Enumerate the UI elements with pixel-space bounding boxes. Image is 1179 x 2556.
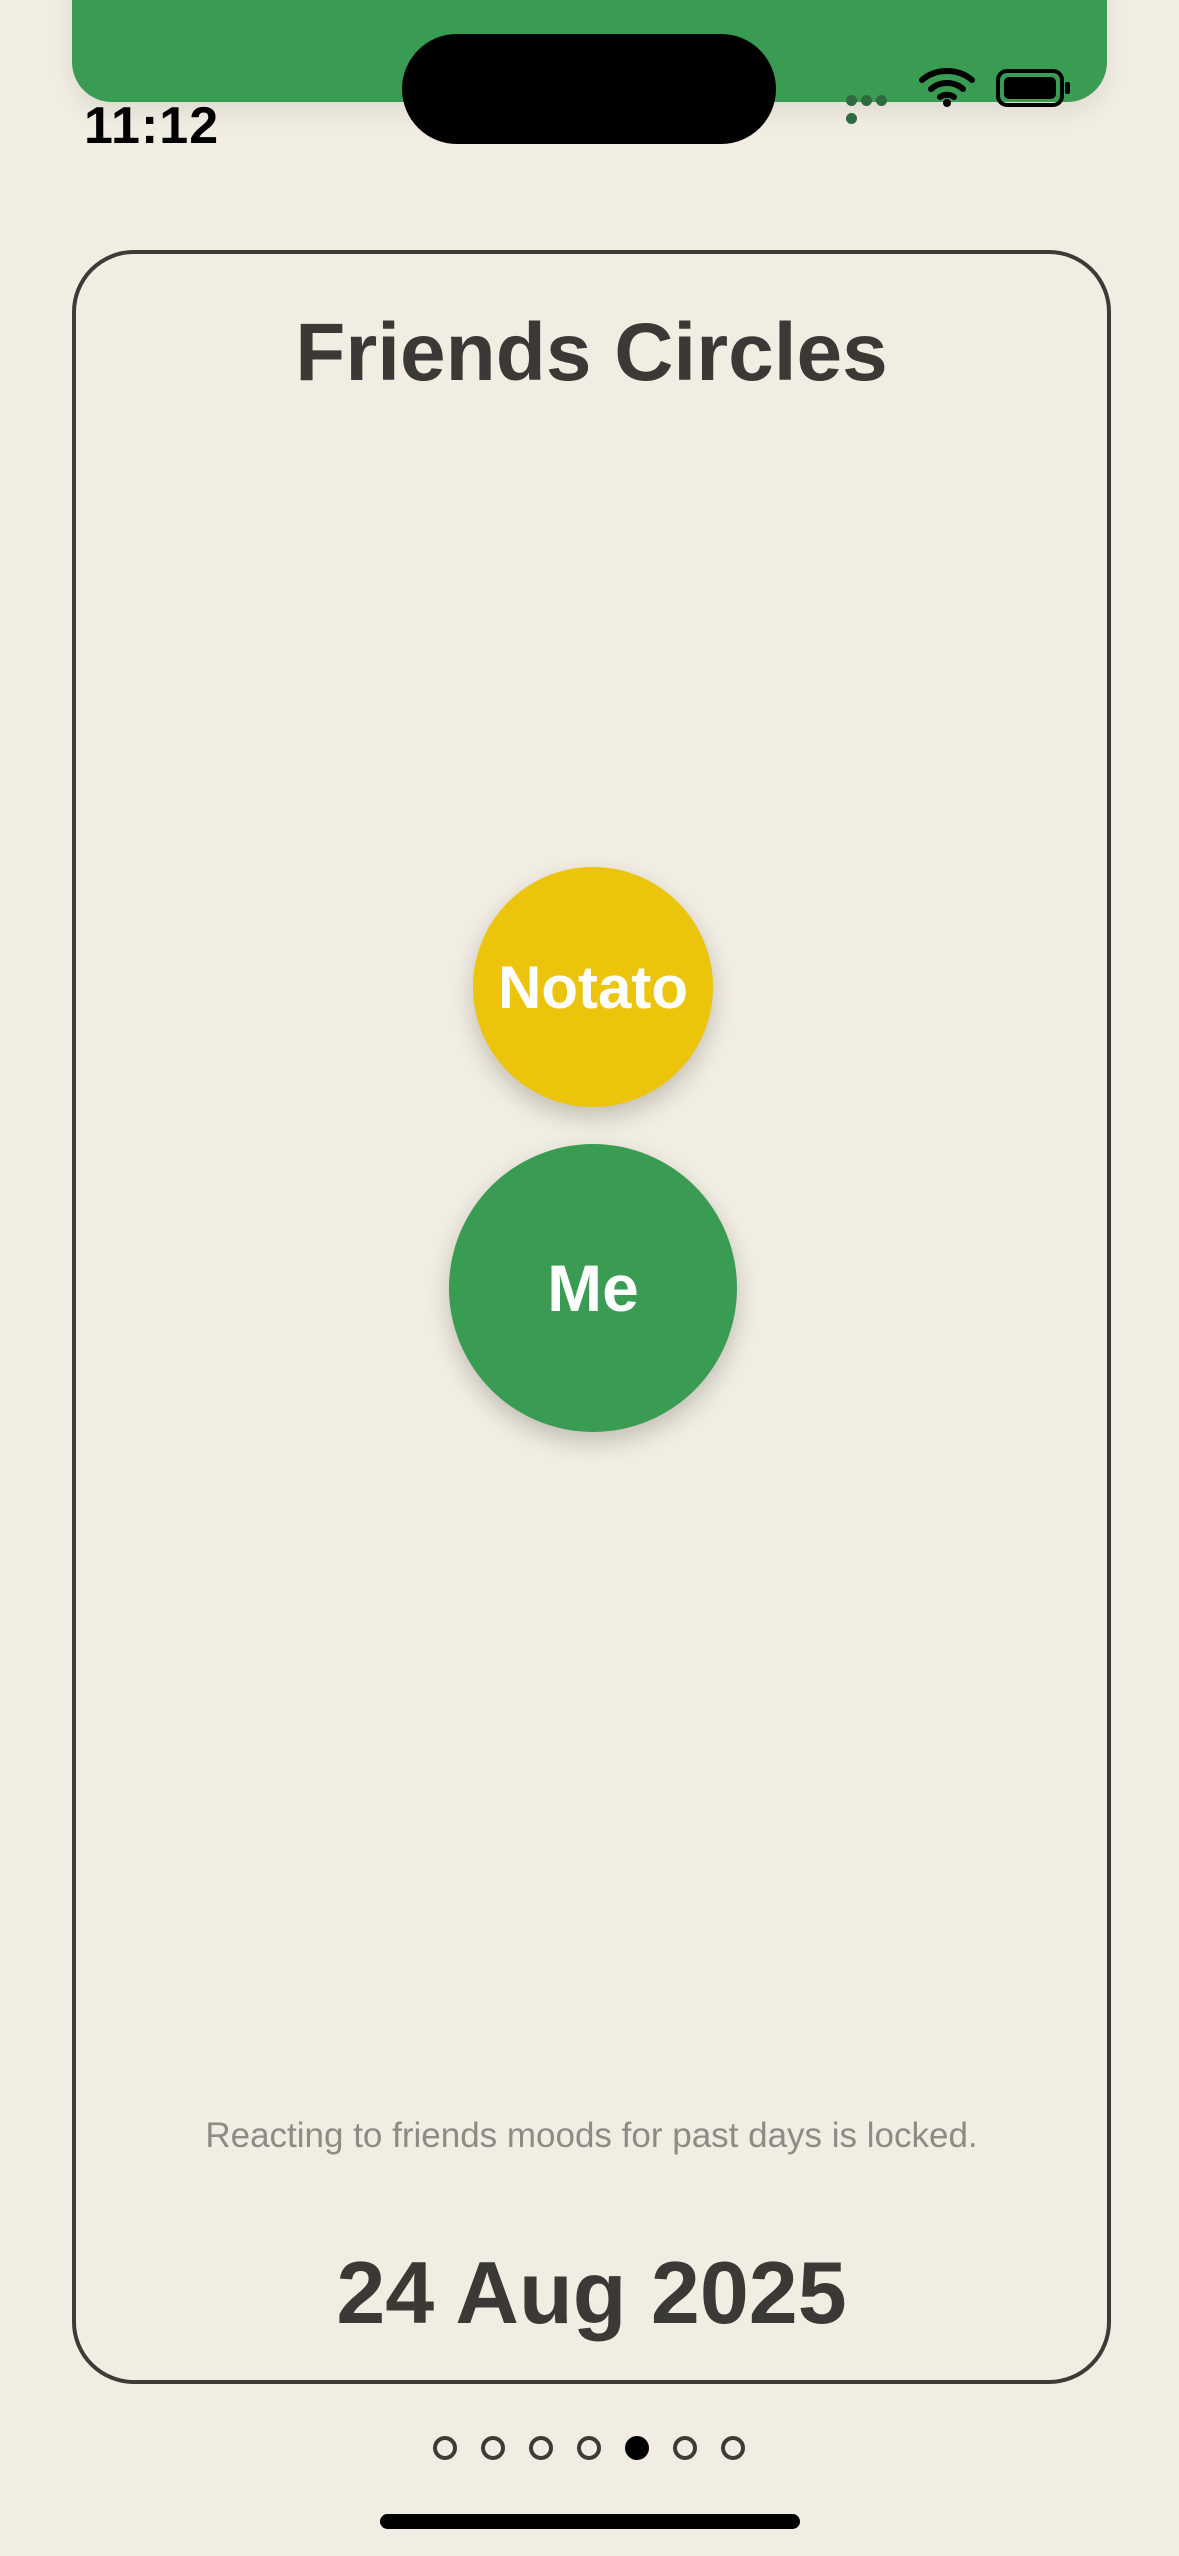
status-time: 11:12 (84, 97, 220, 155)
locked-notice: Reacting to friends moods for past days … (205, 2116, 978, 2155)
friend-bubble-label: Notato (498, 953, 688, 1021)
cellular-signal-icon (846, 93, 904, 124)
card-title: Friends Circles (295, 307, 888, 398)
dynamic-island (402, 34, 776, 144)
page-dot[interactable] (433, 2436, 457, 2460)
wifi-icon (919, 68, 975, 107)
my-bubble-label: Me (547, 1251, 639, 1325)
page-dot[interactable] (673, 2436, 697, 2460)
my-bubble[interactable]: Me (449, 1144, 737, 1432)
page-dot-active[interactable] (625, 2436, 649, 2460)
page-dot[interactable] (529, 2436, 553, 2460)
battery-icon (996, 69, 1070, 107)
friend-bubble-notato[interactable]: Notato (473, 867, 713, 1107)
date-label: 24 Aug 2025 (336, 2243, 847, 2342)
friends-circles-card: Friends Circles Notato Me Reacting to fr… (72, 250, 1111, 2384)
page-dot[interactable] (481, 2436, 505, 2460)
page-dot[interactable] (577, 2436, 601, 2460)
page-indicator[interactable] (433, 2435, 769, 2461)
page-dot[interactable] (721, 2436, 745, 2460)
home-indicator[interactable] (380, 2514, 800, 2529)
